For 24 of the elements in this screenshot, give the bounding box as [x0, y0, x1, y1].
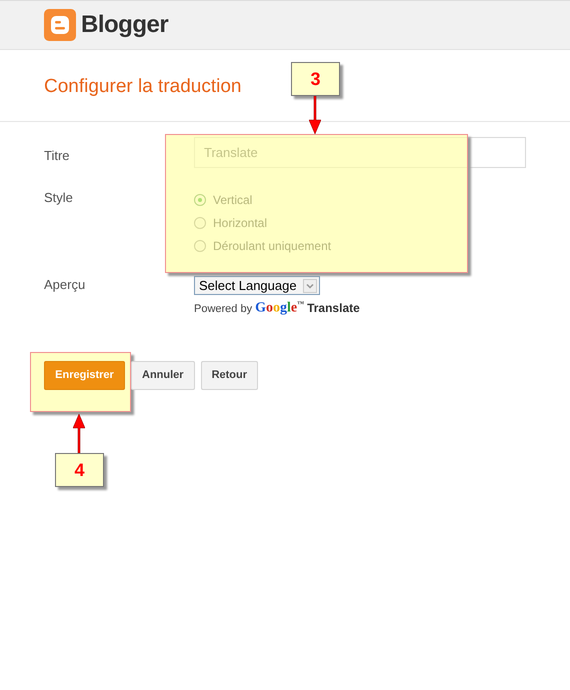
- action-button[interactable]: Enregistrer: [44, 360, 125, 390]
- language-dropdown[interactable]: Select Language: [194, 276, 320, 295]
- radio-button[interactable]: [194, 216, 206, 228]
- translate-text: Translate: [307, 300, 360, 315]
- field-label: Aperçu: [44, 277, 86, 294]
- callout-number: 4: [55, 453, 104, 487]
- powered-by-text: Powered by: [194, 302, 252, 315]
- radio-label[interactable]: Horizontal: [213, 216, 268, 230]
- chevron-down-icon: [302, 278, 317, 292]
- arrow-up-icon: [73, 414, 85, 453]
- callout-number: 3: [291, 62, 340, 96]
- action-button[interactable]: Annuler: [131, 360, 195, 390]
- brand-name: Blogger: [81, 11, 168, 39]
- blogger-logo-icon: [44, 9, 76, 41]
- radio-label[interactable]: Déroulant uniquement: [213, 238, 332, 252]
- arrow-down-icon: [309, 96, 321, 134]
- google-logo: Google$^{™}$: [255, 300, 304, 317]
- radio-label[interactable]: Vertical: [213, 192, 252, 206]
- radio-button[interactable]: [194, 194, 206, 206]
- radio-button[interactable]: [194, 240, 206, 252]
- action-button[interactable]: Retour: [200, 360, 258, 390]
- field-label: Style: [44, 190, 74, 207]
- title-field[interactable]: Translate: [194, 137, 526, 168]
- field-label: Titre: [44, 148, 71, 165]
